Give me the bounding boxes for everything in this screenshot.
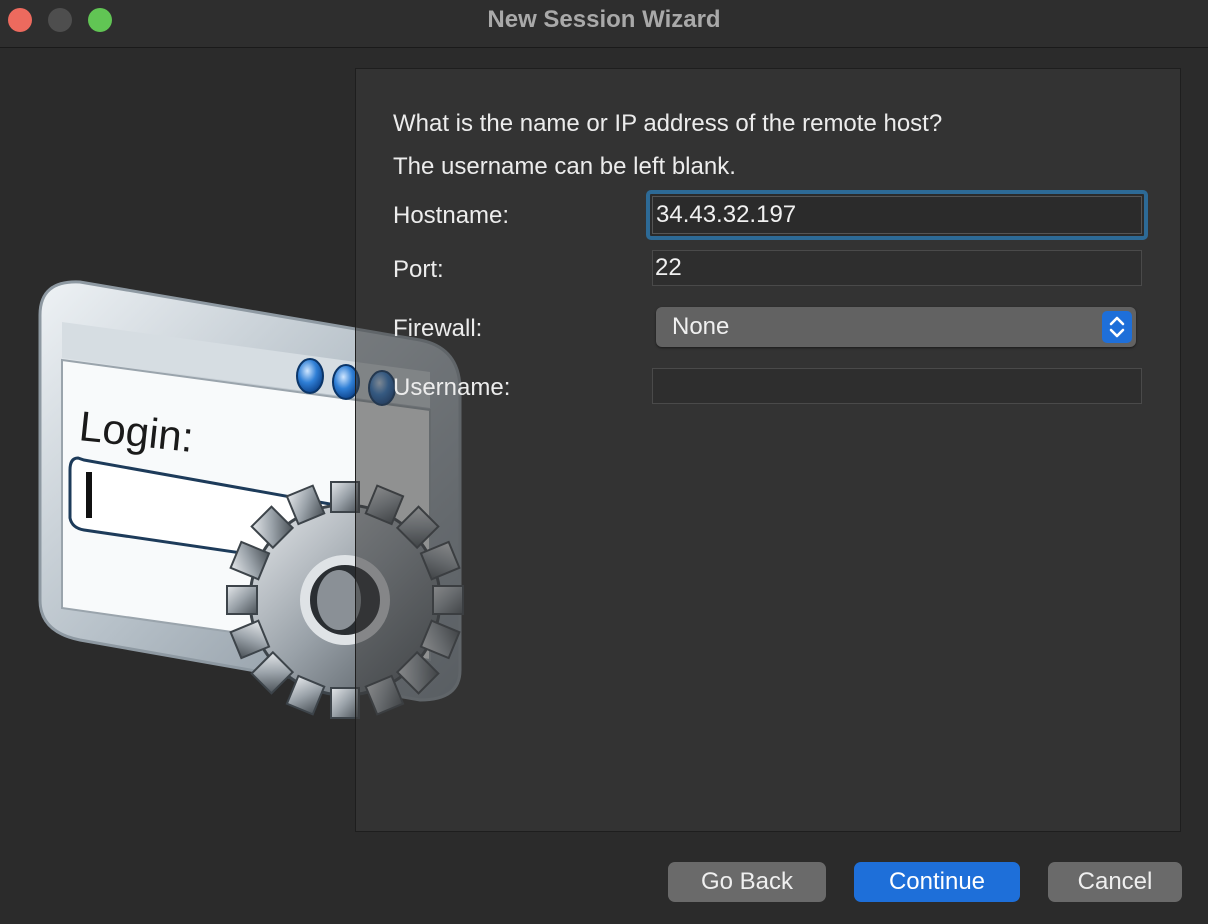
hostname-label: Hostname:: [393, 202, 510, 229]
title-bar: New Session Wizard: [0, 0, 1208, 48]
window-title: New Session Wizard: [487, 6, 721, 33]
firewall-label: Firewall:: [393, 315, 483, 342]
username-label: Username:: [393, 374, 511, 401]
firewall-select[interactable]: None: [656, 307, 1136, 347]
firewall-selected-value: None: [672, 313, 730, 340]
chevron-up-down-icon[interactable]: [1102, 311, 1132, 343]
username-hint-text: The username can be left blank.: [393, 153, 736, 180]
wizard-content-panel: [355, 68, 1181, 832]
host-prompt-text: What is the name or IP address of the re…: [393, 110, 943, 137]
username-input[interactable]: [652, 368, 1142, 404]
go-back-button[interactable]: Go Back: [668, 862, 826, 902]
port-label: Port:: [393, 256, 444, 283]
cancel-button[interactable]: Cancel: [1048, 862, 1182, 902]
continue-button[interactable]: Continue: [854, 862, 1020, 902]
hostname-input[interactable]: [646, 190, 1148, 240]
port-input[interactable]: [652, 250, 1142, 286]
